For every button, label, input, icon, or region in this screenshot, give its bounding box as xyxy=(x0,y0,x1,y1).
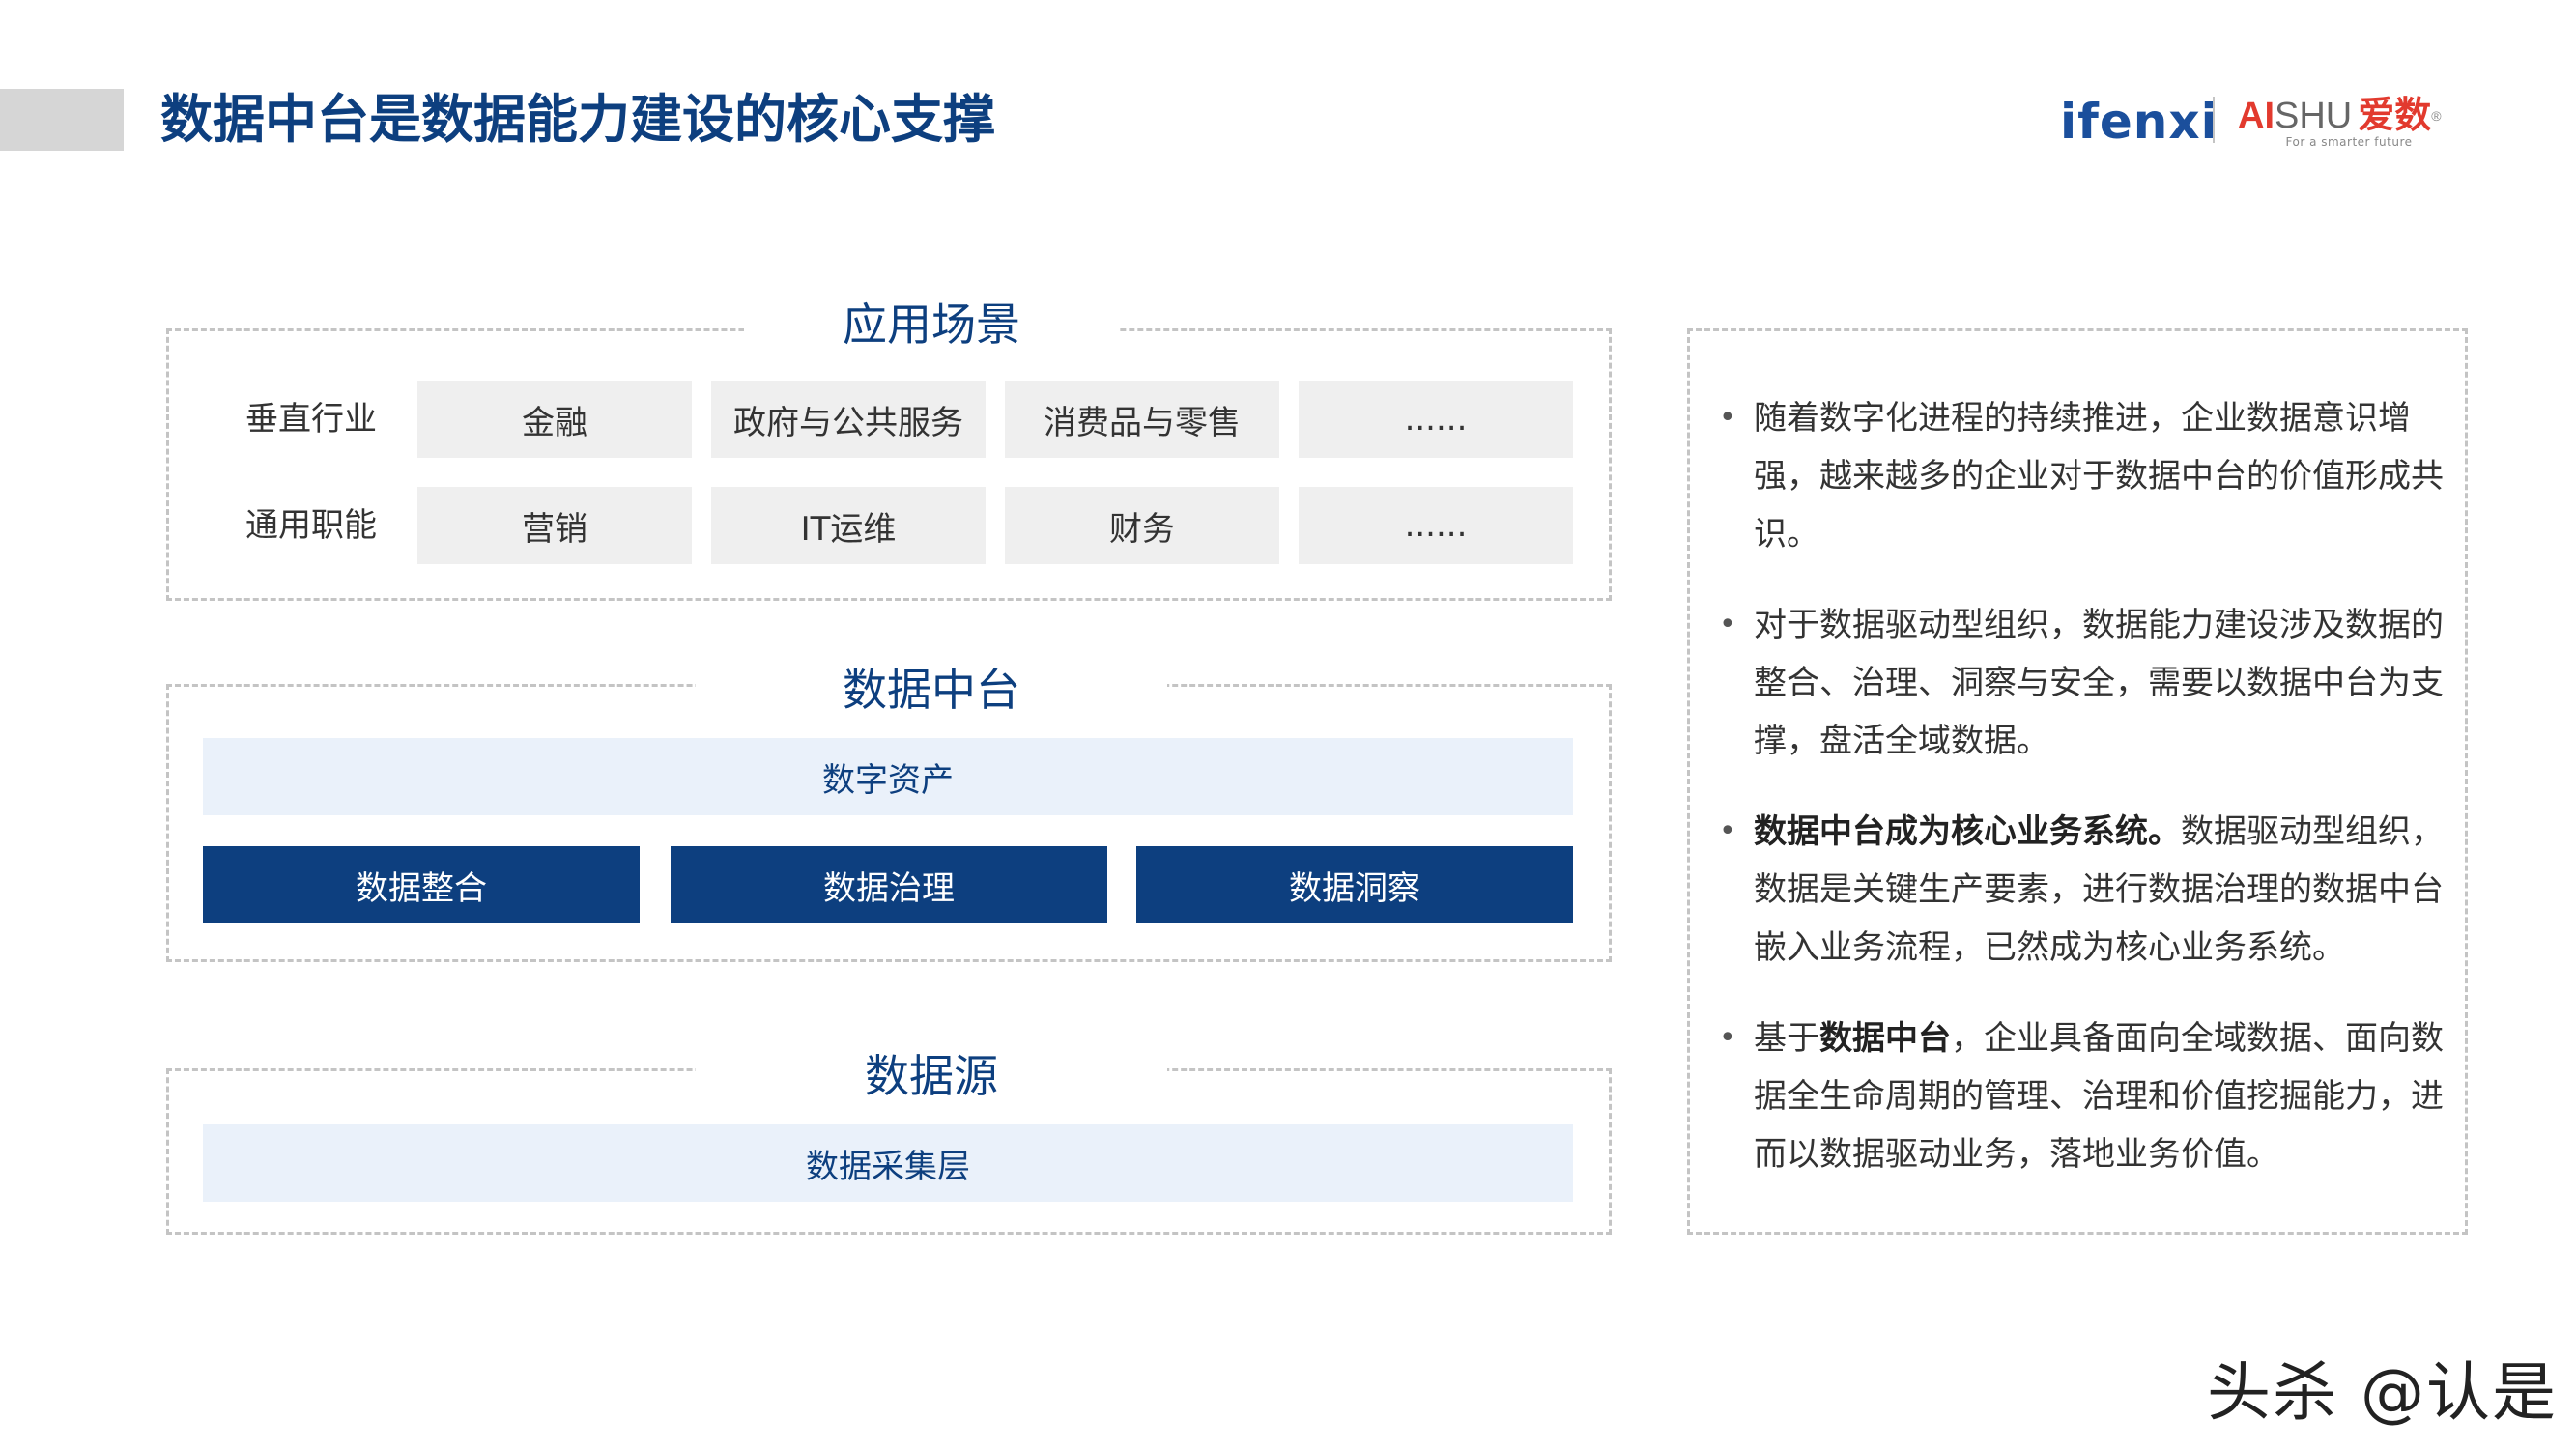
middle-platform-title: 数据中台 xyxy=(696,661,1167,719)
data-sources-title: 数据源 xyxy=(696,1047,1167,1105)
aishu-logo-ai: AI xyxy=(2238,96,2275,136)
bullet-4-lead: 数据中台 xyxy=(1819,1019,1951,1058)
bullet-2-text: 对于数据驱动型组织，数据能力建设涉及数据的整合、治理、洞察与安全，需要以数据中台… xyxy=(1754,606,2444,760)
aishu-logo-cn: 爱数 xyxy=(2358,96,2432,136)
bullet-3-lead: 数据中台成为核心业务系统。 xyxy=(1754,812,2181,851)
applications-title: 应用场景 xyxy=(744,296,1119,354)
registered-mark-icon: ® xyxy=(2431,108,2442,124)
app-cell-it-ops: IT运维 xyxy=(711,487,986,564)
page-title: 数据中台是数据能力建设的核心支撑 xyxy=(160,89,995,150)
app-cell-more-2: ...... xyxy=(1299,487,1573,564)
digital-assets-bar: 数字资产 xyxy=(203,738,1573,815)
bullet-item-4: 基于数据中台，企业具备面向全域数据、面向数据全生命周期的管理、治理和价值挖掘能力… xyxy=(1715,1009,2449,1183)
data-governance-box: 数据治理 xyxy=(671,846,1107,923)
bullet-1-text: 随着数字化进程的持续推进，企业数据意识增强，越来越多的企业对于数据中台的价值形成… xyxy=(1754,399,2444,554)
row-label-general: 通用职能 xyxy=(245,506,377,545)
logo-divider xyxy=(2213,97,2215,143)
bullet-item-1: 随着数字化进程的持续推进，企业数据意识增强，越来越多的企业对于数据中台的价值形成… xyxy=(1715,389,2449,563)
aishu-tagline: For a smarter future xyxy=(2285,135,2413,149)
data-integration-box: 数据整合 xyxy=(203,846,640,923)
title-accent-tab xyxy=(0,89,124,151)
app-cell-government: 政府与公共服务 xyxy=(711,381,986,458)
app-cell-retail: 消费品与零售 xyxy=(1005,381,1279,458)
app-cell-marketing: 营销 xyxy=(417,487,692,564)
row-label-vertical: 垂直行业 xyxy=(245,400,377,439)
bullet-4-pre: 基于 xyxy=(1754,1019,1819,1058)
app-cell-finance: 金融 xyxy=(417,381,692,458)
app-cell-finance-dept: 财务 xyxy=(1005,487,1279,564)
ifenxi-logo: ifenxi xyxy=(2060,94,2218,150)
bullet-item-2: 对于数据驱动型组织，数据能力建设涉及数据的整合、治理、洞察与安全，需要以数据中台… xyxy=(1715,596,2449,770)
aishu-logo: AISHU 爱数® For a smarter future xyxy=(2238,95,2489,153)
watermark: 头杀 @认是 xyxy=(2207,1355,2558,1430)
data-insight-box: 数据洞察 xyxy=(1136,846,1573,923)
aishu-logo-shu: SHU xyxy=(2275,96,2353,136)
app-cell-more-1: ...... xyxy=(1299,381,1573,458)
bullet-item-3: 数据中台成为核心业务系统。数据驱动型组织，数据是关键生产要素，进行数据治理的数据… xyxy=(1715,803,2449,977)
description-panel: 随着数字化进程的持续推进，企业数据意识增强，越来越多的企业对于数据中台的价值形成… xyxy=(1687,328,2468,1235)
description-list: 随着数字化进程的持续推进，企业数据意识增强，越来越多的企业对于数据中台的价值形成… xyxy=(1715,389,2449,1216)
data-collection-bar: 数据采集层 xyxy=(203,1124,1573,1202)
